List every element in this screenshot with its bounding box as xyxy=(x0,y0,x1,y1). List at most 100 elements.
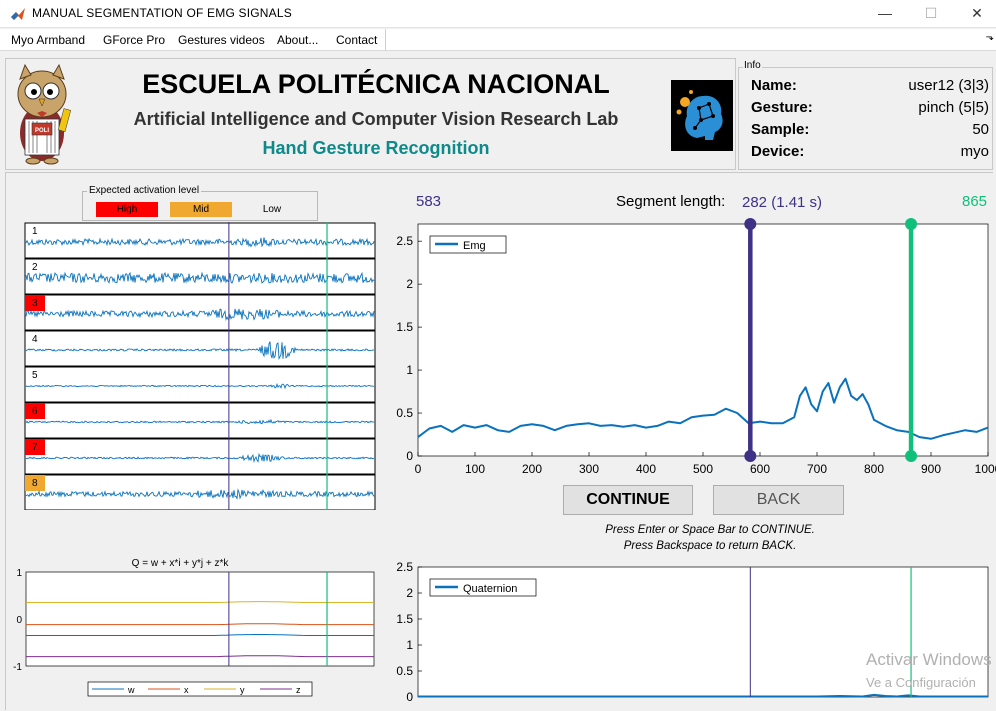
emg-channels-plot[interactable]: 1 2 3 4 5 6 7 8 xyxy=(24,222,376,510)
mini-legend-label: x xyxy=(184,685,189,695)
instruction-line: Press Backspace to return BACK. xyxy=(623,540,797,552)
end-marker-top-handle xyxy=(905,218,918,230)
x-tick-label: 200 xyxy=(522,462,542,476)
menu-gestures-videos[interactable]: Gestures videos xyxy=(174,32,269,48)
window-title: MANUAL SEGMENTATION OF EMG SIGNALS xyxy=(32,6,292,20)
info-value: user12 (3|3) xyxy=(908,77,989,94)
matlab-icon xyxy=(11,8,25,20)
header-panel: POLI ESCUELA POLITÉCNICA NACIONAL Artifi… xyxy=(5,58,736,170)
plot-area xyxy=(417,223,989,457)
menu-bar: Myo Armband GForce Pro Gestures videos A… xyxy=(0,29,996,51)
x-tick-label: 300 xyxy=(579,462,599,476)
segment-length-label: Segment length: xyxy=(616,193,726,210)
info-legend: Info xyxy=(743,60,762,71)
menu-about[interactable]: About... xyxy=(273,32,322,48)
quaternion-mini-plot[interactable]: Q = w + x*i + y*j + z*k 1 0 -1 w x y z xyxy=(8,554,380,700)
x-tick-label: 900 xyxy=(921,462,941,476)
info-value: pinch (5|5) xyxy=(918,99,989,116)
menu-gforce-pro[interactable]: GForce Pro xyxy=(99,32,169,48)
start-marker-bottom-handle xyxy=(744,450,757,462)
y-tick-label: 2 xyxy=(406,277,413,291)
info-key: Device: xyxy=(751,143,805,160)
channel-box xyxy=(24,402,376,439)
channel-label: 1 xyxy=(32,226,38,237)
instruction-line: Press Enter or Space Bar to CONTINUE. xyxy=(605,524,815,536)
info-name-row: Name: user12 (3|3) xyxy=(751,77,989,97)
x-tick-label: 600 xyxy=(750,462,770,476)
menu-divider xyxy=(385,29,386,51)
info-value: 50 xyxy=(972,121,989,138)
info-sample-row: Sample: 50 xyxy=(751,121,989,141)
channel-label: 2 xyxy=(32,262,38,273)
app-subtitle: Hand Gesture Recognition xyxy=(262,138,490,158)
y-tick-label: 0 xyxy=(406,449,413,463)
maximize-button[interactable]: ☐ xyxy=(908,0,954,28)
owl-mascot-logo: POLI xyxy=(17,63,72,165)
y-tick-label: 0 xyxy=(406,690,413,704)
mini-legend-label: y xyxy=(240,685,245,695)
toolbar-arrow-icon[interactable]: ⬎ xyxy=(986,32,994,43)
y-tick-label: 1.5 xyxy=(396,612,413,626)
level-high-swatch: High xyxy=(96,202,158,217)
lab-title: Artificial Intelligence and Computer Vis… xyxy=(133,109,619,129)
brain-logo-icon xyxy=(671,80,733,151)
back-button[interactable]: BACK xyxy=(713,485,844,515)
end-marker-bottom-handle xyxy=(905,450,918,462)
x-tick-label: 400 xyxy=(636,462,656,476)
menu-myo-armband[interactable]: Myo Armband xyxy=(7,32,89,48)
info-device-row: Device: myo xyxy=(751,143,989,163)
school-title: ESCUELA POLITÉCNICA NACIONAL xyxy=(142,69,610,99)
info-panel: Info Name: user12 (3|3) Gesture: pinch (… xyxy=(738,60,993,170)
x-tick-label: 1000 xyxy=(975,462,996,476)
quaternion-title: Q = w + x*i + y*j + z*k xyxy=(132,558,230,569)
title-bar: MANUAL SEGMENTATION OF EMG SIGNALS — ☐ ✕ xyxy=(0,0,996,28)
channel-label: 4 xyxy=(32,334,38,345)
mini-plot-area xyxy=(25,571,375,667)
segment-end-label: 865 xyxy=(962,193,988,210)
y-tick-label: 0.5 xyxy=(396,406,413,420)
channel-box xyxy=(24,474,376,510)
y-tick-label: 2.5 xyxy=(396,560,413,574)
channel-label: 8 xyxy=(32,478,38,489)
segment-length-value: 282 (1.41 s) xyxy=(742,194,823,211)
x-tick-label: 100 xyxy=(465,462,485,476)
channel-label: 3 xyxy=(32,298,38,309)
info-key: Gesture: xyxy=(751,99,813,116)
info-value: myo xyxy=(960,143,989,160)
mini-legend-label: z xyxy=(296,685,301,695)
info-gesture-row: Gesture: pinch (5|5) xyxy=(751,99,989,119)
channel-label: 7 xyxy=(32,442,38,453)
emg-chart[interactable]: 0 0.5 1 1.5 2 2.5 0 100 200 300 400 500 600 700 800 900… xyxy=(390,218,996,480)
owl-badge-label: POLI xyxy=(35,128,49,134)
x-tick-label: 800 xyxy=(864,462,884,476)
mini-y-tick-label: 0 xyxy=(16,615,22,626)
menu-contact[interactable]: Contact xyxy=(332,32,381,48)
channel-box xyxy=(24,330,376,367)
y-tick-label: 2 xyxy=(406,586,413,600)
level-mid-swatch: Mid xyxy=(170,202,232,217)
activation-level-legend: Expected activation level High Mid Low xyxy=(82,185,318,221)
legend-label: Emg xyxy=(463,240,486,252)
channel-box xyxy=(24,438,376,475)
y-tick-label: 0.5 xyxy=(396,664,413,678)
x-tick-label: 0 xyxy=(415,462,422,476)
info-key: Name: xyxy=(751,77,797,94)
y-tick-label: 1 xyxy=(406,363,413,377)
x-tick-label: 700 xyxy=(807,462,827,476)
minimize-button[interactable]: — xyxy=(862,0,908,28)
channel-box xyxy=(24,366,376,403)
y-tick-label: 1.5 xyxy=(396,320,413,334)
start-marker-top-handle xyxy=(744,218,757,230)
close-button[interactable]: ✕ xyxy=(954,0,996,28)
channel-label: 5 xyxy=(32,370,38,381)
mini-y-tick-label: -1 xyxy=(13,662,22,673)
activation-legend-title: Expected activation level xyxy=(87,185,202,196)
info-key: Sample: xyxy=(751,121,810,138)
segment-start-label: 583 xyxy=(416,193,442,210)
channel-label: 6 xyxy=(32,406,38,417)
windows-activation-subtext: Ve a Configuración xyxy=(866,675,976,690)
windows-activation-watermark: Activar Windows xyxy=(866,650,992,669)
continue-button[interactable]: CONTINUE xyxy=(563,485,693,515)
legend-label: Quaternion xyxy=(463,583,517,595)
x-tick-label: 500 xyxy=(693,462,713,476)
